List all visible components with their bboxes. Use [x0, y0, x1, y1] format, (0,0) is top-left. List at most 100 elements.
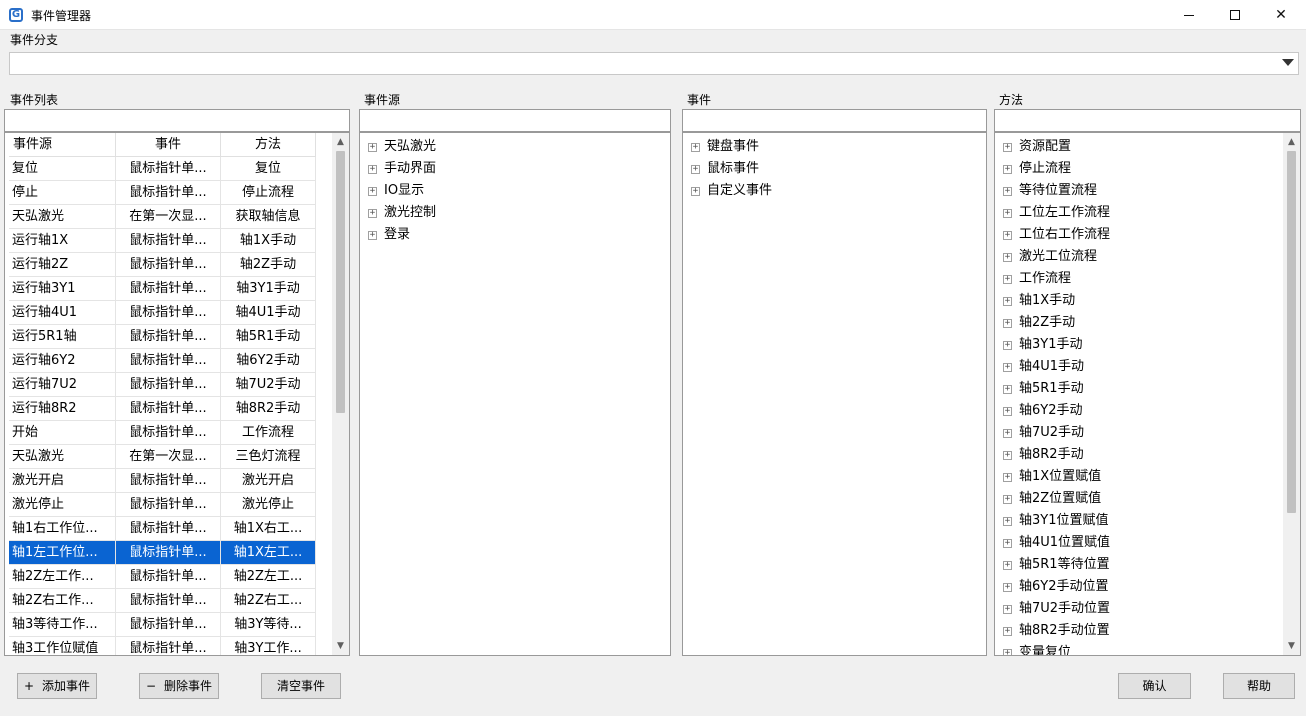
expand-icon[interactable]: +	[1003, 450, 1012, 460]
tree-node[interactable]: + 鼠标事件	[691, 158, 759, 180]
expand-icon[interactable]: +	[1003, 472, 1012, 482]
tree-node[interactable]: + 工位左工作流程	[1003, 202, 1110, 224]
table-row[interactable]: 轴2Z右工作... 鼠标指针单... 轴2Z右工...	[5, 589, 316, 613]
expand-icon[interactable]: +	[1003, 362, 1012, 372]
expand-icon[interactable]: +	[1003, 208, 1012, 218]
table-row[interactable]: 停止 鼠标指针单... 停止流程	[5, 181, 316, 205]
expand-icon[interactable]: +	[368, 186, 377, 196]
tree-node[interactable]: + 工位右工作流程	[1003, 224, 1110, 246]
expand-icon[interactable]: +	[1003, 560, 1012, 570]
expand-icon[interactable]: +	[1003, 296, 1012, 306]
scrollbar-thumb[interactable]	[336, 151, 345, 413]
expand-icon[interactable]: +	[368, 230, 377, 240]
tree-node[interactable]: + 轴6Y2手动	[1003, 400, 1082, 422]
tree-node[interactable]: + 轴8R2手动	[1003, 444, 1084, 466]
event-source-tree[interactable]: + 天弘激光 + 手动界面 + IO显示 + 激光控制 + 登录	[359, 132, 671, 656]
expand-icon[interactable]: +	[1003, 494, 1012, 504]
methods-scrollbar[interactable]: ▲ ▼	[1283, 133, 1300, 655]
minimize-button[interactable]	[1166, 0, 1212, 30]
table-row[interactable]: 运行轴1X 鼠标指针单... 轴1X手动	[5, 229, 316, 253]
table-row[interactable]: 运行轴8R2 鼠标指针单... 轴8R2手动	[5, 397, 316, 421]
table-row[interactable]: 运行轴2Z 鼠标指针单... 轴2Z手动	[5, 253, 316, 277]
expand-icon[interactable]: +	[1003, 186, 1012, 196]
tree-node[interactable]: + 工作流程	[1003, 268, 1071, 290]
event-list-grid[interactable]: 事件源 事件 方法 复位 鼠标指针单... 复位 停止 鼠标指针单... 停止流程 天弘激光…	[4, 132, 350, 656]
tree-node[interactable]: + 登录	[368, 224, 410, 246]
expand-icon[interactable]: +	[1003, 582, 1012, 592]
event-list-filter-input[interactable]	[4, 109, 350, 132]
table-row[interactable]: 开始 鼠标指针单... 工作流程	[5, 421, 316, 445]
expand-icon[interactable]: +	[1003, 164, 1012, 174]
table-row[interactable]: 运行5R1轴 鼠标指针单... 轴5R1手动	[5, 325, 316, 349]
tree-node[interactable]: + 激光工位流程	[1003, 246, 1097, 268]
tree-node[interactable]: + 轴7U2手动	[1003, 422, 1084, 444]
tree-node[interactable]: + 轴5R1手动	[1003, 378, 1084, 400]
expand-icon[interactable]: +	[1003, 538, 1012, 548]
scroll-down-icon[interactable]: ▼	[1283, 639, 1300, 653]
events-tree[interactable]: + 键盘事件 + 鼠标事件 + 自定义事件	[682, 132, 987, 656]
event-source-filter-input[interactable]	[359, 109, 671, 132]
scrollbar-thumb[interactable]	[1287, 151, 1296, 513]
add-event-button[interactable]: + 添加事件	[17, 673, 97, 699]
tree-node[interactable]: + 轴2Z手动	[1003, 312, 1075, 334]
methods-filter-input[interactable]	[994, 109, 1301, 132]
table-row[interactable]: 运行轴6Y2 鼠标指针单... 轴6Y2手动	[5, 349, 316, 373]
tree-node[interactable]: + 轴4U1位置赋值	[1003, 532, 1110, 554]
scroll-down-icon[interactable]: ▼	[332, 639, 349, 653]
table-row[interactable]: 轴3工作位赋值 鼠标指针单... 轴3Y工作...	[5, 637, 316, 655]
tree-node[interactable]: + 激光控制	[368, 202, 436, 224]
tree-node[interactable]: + 轴7U2手动位置	[1003, 598, 1110, 620]
table-row[interactable]: 运行轴7U2 鼠标指针单... 轴7U2手动	[5, 373, 316, 397]
expand-icon[interactable]: +	[1003, 340, 1012, 350]
column-header-event[interactable]: 事件	[116, 133, 221, 157]
scroll-up-icon[interactable]: ▲	[332, 135, 349, 149]
confirm-button[interactable]: 确认	[1118, 673, 1191, 699]
maximize-button[interactable]	[1212, 0, 1258, 30]
tree-node[interactable]: + 自定义事件	[691, 180, 772, 202]
table-row[interactable]: 运行轴4U1 鼠标指针单... 轴4U1手动	[5, 301, 316, 325]
dropdown-arrow-icon[interactable]	[1282, 59, 1294, 66]
expand-icon[interactable]: +	[1003, 648, 1012, 655]
expand-icon[interactable]: +	[691, 164, 700, 174]
tree-node[interactable]: + 轴8R2手动位置	[1003, 620, 1110, 642]
tree-node[interactable]: + 停止流程	[1003, 158, 1071, 180]
clear-events-button[interactable]: 清空事件	[261, 673, 341, 699]
table-row[interactable]: 轴3等待工作... 鼠标指针单... 轴3Y等待...	[5, 613, 316, 637]
expand-icon[interactable]: +	[691, 186, 700, 196]
expand-icon[interactable]: +	[1003, 274, 1012, 284]
expand-icon[interactable]: +	[1003, 604, 1012, 614]
scroll-up-icon[interactable]: ▲	[1283, 135, 1300, 149]
table-row[interactable]: 激光停止 鼠标指针单... 激光停止	[5, 493, 316, 517]
tree-node[interactable]: + 轴5R1等待位置	[1003, 554, 1110, 576]
expand-icon[interactable]: +	[1003, 318, 1012, 328]
tree-node[interactable]: + 轴4U1手动	[1003, 356, 1084, 378]
table-row[interactable]: 轴2Z左工作... 鼠标指针单... 轴2Z左工...	[5, 565, 316, 589]
methods-tree[interactable]: + 资源配置 + 停止流程 + 等待位置流程 + 工位左工作流程 + 工位右工作流程 + 激光工位流程…	[994, 132, 1301, 656]
tree-node[interactable]: + 轴6Y2手动位置	[1003, 576, 1108, 598]
expand-icon[interactable]: +	[1003, 230, 1012, 240]
expand-icon[interactable]: +	[1003, 428, 1012, 438]
tree-node[interactable]: + 键盘事件	[691, 136, 759, 158]
tree-node[interactable]: + 轴2Z位置赋值	[1003, 488, 1101, 510]
expand-icon[interactable]: +	[368, 142, 377, 152]
tree-node[interactable]: + 轴3Y1手动	[1003, 334, 1082, 356]
branch-combobox[interactable]	[9, 52, 1299, 75]
expand-icon[interactable]: +	[691, 142, 700, 152]
expand-icon[interactable]: +	[1003, 252, 1012, 262]
expand-icon[interactable]: +	[1003, 626, 1012, 636]
table-row[interactable]: 天弘激光 在第一次显... 三色灯流程	[5, 445, 316, 469]
table-row[interactable]: 轴1左工作位... 鼠标指针单... 轴1X左工...	[5, 541, 316, 565]
expand-icon[interactable]: +	[1003, 384, 1012, 394]
tree-node[interactable]: + 资源配置	[1003, 136, 1071, 158]
help-button[interactable]: 帮助	[1223, 673, 1295, 699]
delete-event-button[interactable]: − 删除事件	[139, 673, 219, 699]
expand-icon[interactable]: +	[368, 164, 377, 174]
table-row[interactable]: 天弘激光 在第一次显... 获取轴信息	[5, 205, 316, 229]
table-row[interactable]: 轴1右工作位... 鼠标指针单... 轴1X右工...	[5, 517, 316, 541]
tree-node[interactable]: + 轴1X手动	[1003, 290, 1075, 312]
expand-icon[interactable]: +	[1003, 142, 1012, 152]
tree-node[interactable]: + 变量复位	[1003, 642, 1071, 655]
table-row[interactable]: 复位 鼠标指针单... 复位	[5, 157, 316, 181]
table-row[interactable]: 激光开启 鼠标指针单... 激光开启	[5, 469, 316, 493]
tree-node[interactable]: + IO显示	[368, 180, 424, 202]
